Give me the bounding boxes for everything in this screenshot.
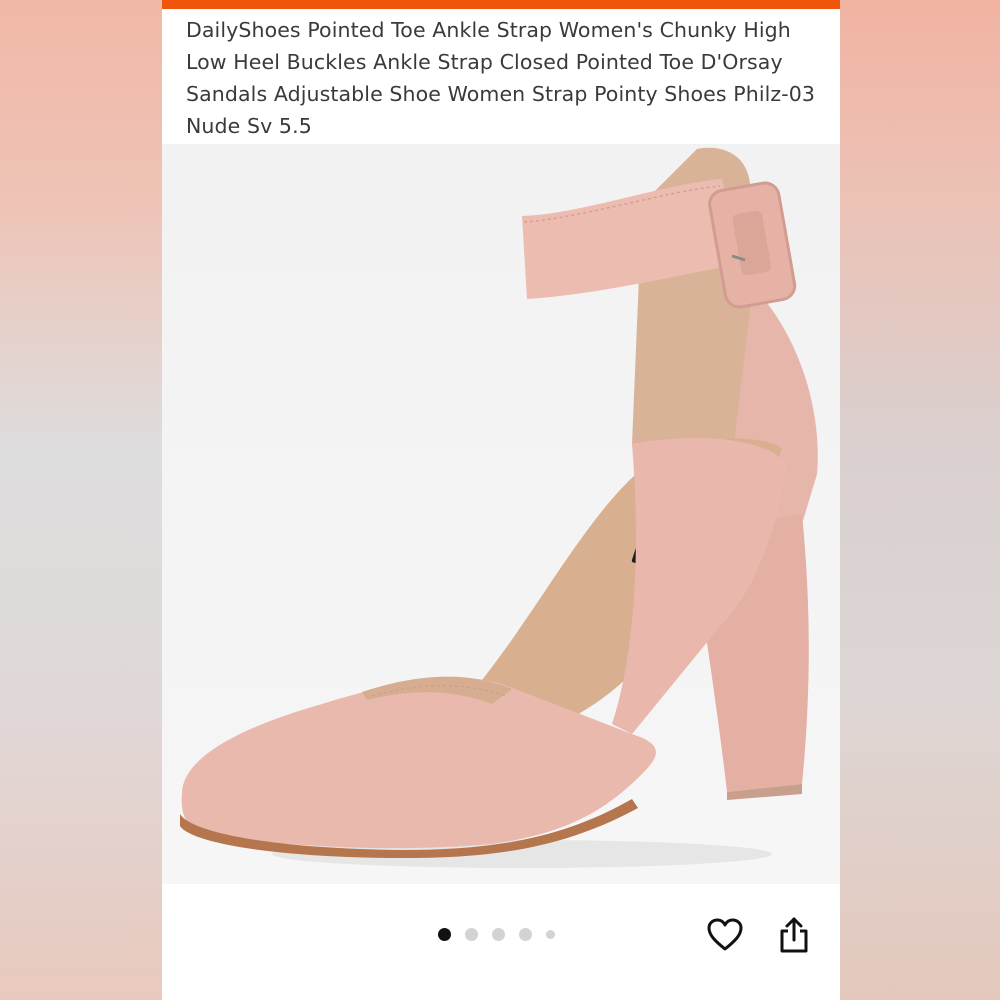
- share-button[interactable]: [774, 914, 814, 956]
- product-title: DailyShoes Pointed Toe Ankle Strap Women…: [186, 18, 816, 138]
- image-pagination: [438, 928, 555, 941]
- pagination-dot[interactable]: [519, 928, 532, 941]
- shoe-illustration: [180, 147, 818, 868]
- favorite-button[interactable]: [705, 914, 745, 956]
- pagination-dot[interactable]: [465, 928, 478, 941]
- pagination-dot-active[interactable]: [438, 928, 451, 941]
- share-icon: [780, 917, 808, 953]
- product-card: DailyShoes Pointed Toe Ankle Strap Women…: [162, 0, 840, 1000]
- heart-icon: [707, 918, 743, 951]
- accent-top-bar: [162, 0, 840, 9]
- pagination-dot[interactable]: [492, 928, 505, 941]
- pagination-dot[interactable]: [546, 930, 555, 939]
- blurred-background-right: [840, 0, 1000, 1000]
- product-image[interactable]: [162, 144, 840, 884]
- gallery-controls: [162, 884, 840, 1000]
- blurred-background-left: [0, 0, 162, 1000]
